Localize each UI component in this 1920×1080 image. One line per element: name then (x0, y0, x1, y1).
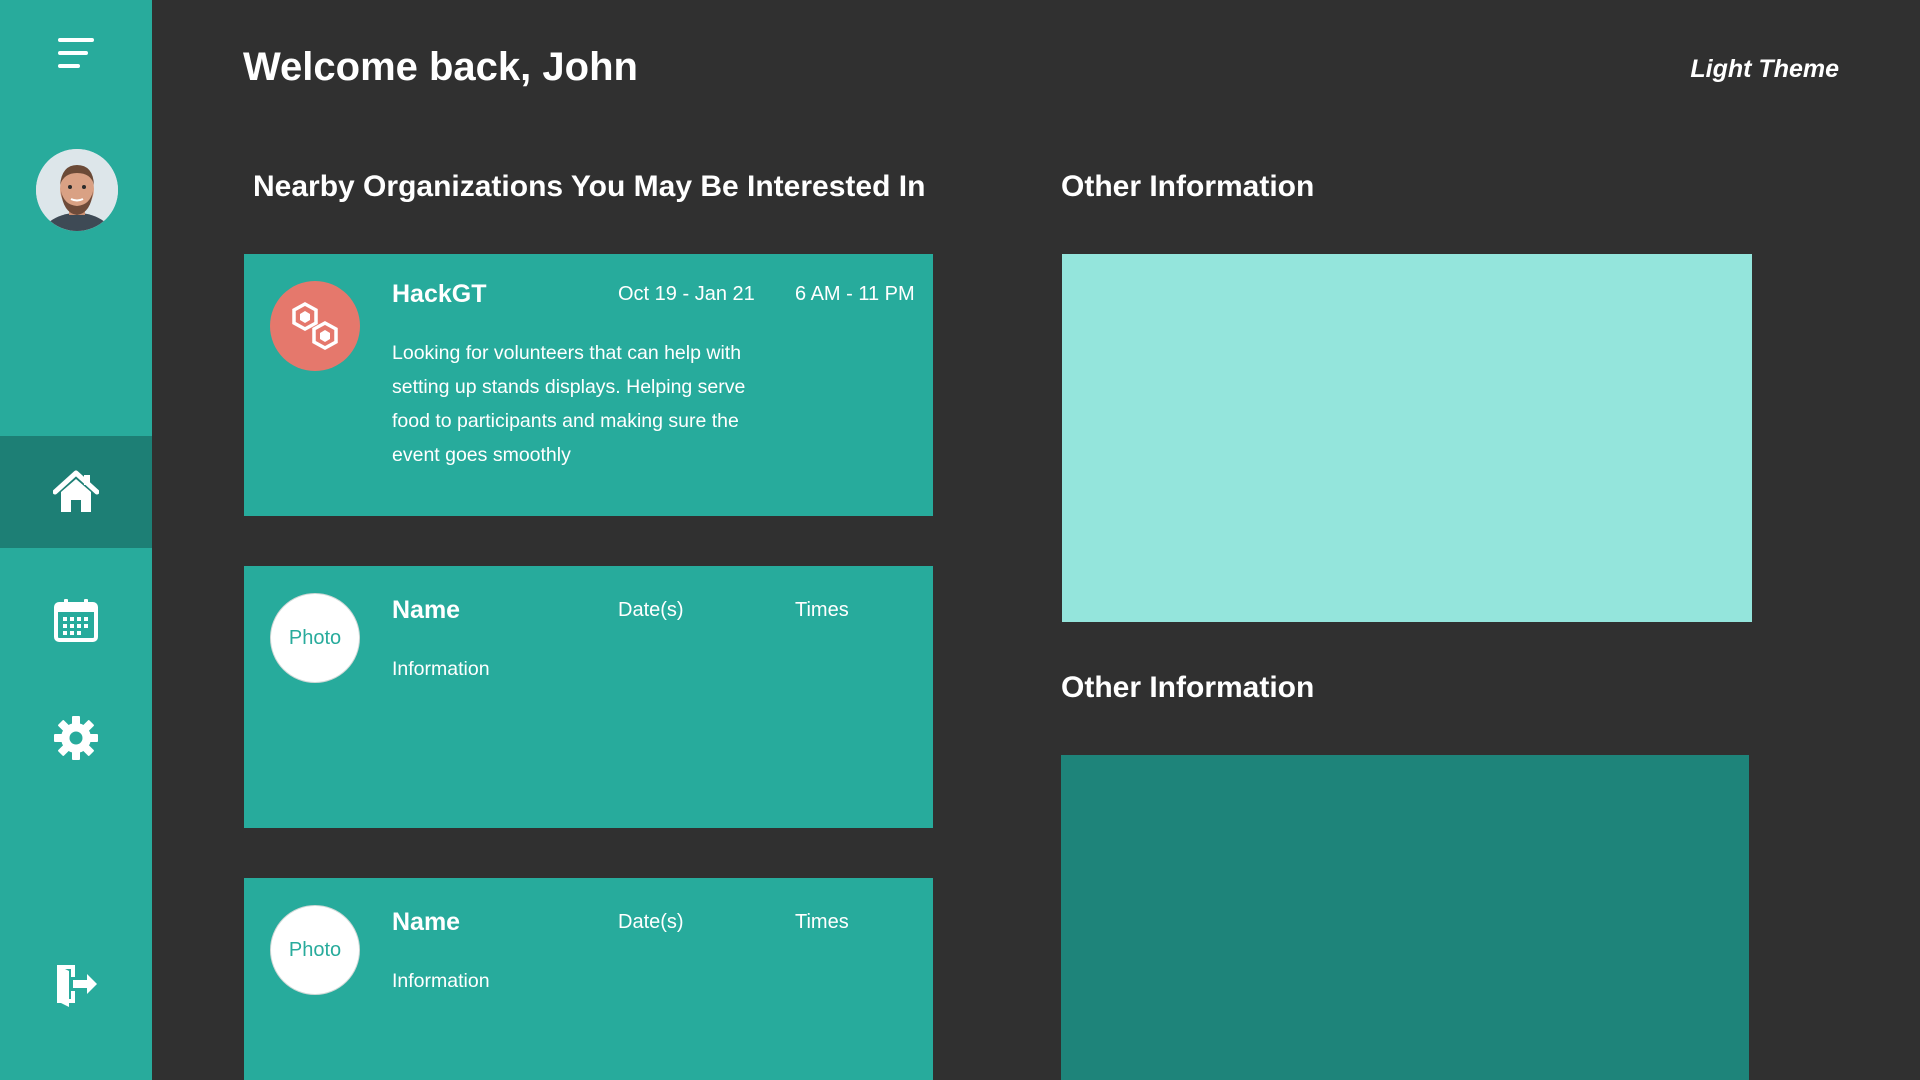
other-info-title: Other Information (1061, 671, 1315, 704)
organization-card[interactable]: Photo Name Date(s) Times Information (244, 878, 933, 1080)
hamburger-menu-icon (58, 38, 94, 68)
home-icon (53, 470, 99, 512)
menu-button[interactable] (0, 26, 152, 82)
organization-dates: Oct 19 - Jan 21 (618, 283, 755, 305)
other-info-panel (1062, 254, 1752, 622)
sidebar-item-settings[interactable] (0, 706, 152, 770)
organization-description: Information (392, 658, 490, 680)
other-info-title: Other Information (1061, 170, 1315, 203)
welcome-heading: Welcome back, John (243, 45, 638, 89)
organization-times: Times (795, 599, 849, 621)
organization-name: Name (392, 908, 461, 936)
theme-toggle-button[interactable]: Light Theme (1690, 55, 1839, 84)
organization-photo: Photo (270, 593, 360, 683)
other-info-panel (1061, 755, 1749, 1080)
organization-dates: Date(s) (618, 911, 684, 933)
organization-name: Name (392, 596, 461, 624)
organization-times: Times (795, 911, 849, 933)
organization-times: 6 AM - 11 PM (795, 283, 915, 305)
avatar[interactable] (36, 149, 118, 231)
organizations-section-title: Nearby Organizations You May Be Interest… (253, 170, 926, 203)
sidebar-item-logout[interactable] (0, 950, 152, 1018)
organization-photo: Photo (270, 905, 360, 995)
hexagons-logo-icon (292, 302, 338, 350)
calendar-icon (54, 599, 98, 642)
organization-description: Information (392, 970, 490, 992)
organization-card[interactable]: HackGT Oct 19 - Jan 21 6 AM - 11 PM Look… (244, 254, 933, 516)
gear-icon (54, 716, 98, 760)
sidebar (0, 0, 152, 1080)
organization-description: Looking for volunteers that can help wit… (392, 342, 746, 466)
logout-door-icon (57, 965, 97, 1007)
app-root: Welcome back, John Light Theme Nearby Or… (0, 0, 1920, 1080)
sidebar-item-calendar[interactable] (0, 588, 152, 652)
organization-dates: Date(s) (618, 599, 684, 621)
user-avatar-image (36, 149, 118, 231)
organization-logo (270, 281, 360, 371)
sidebar-item-home[interactable] (0, 436, 152, 548)
organization-card[interactable]: Photo Name Date(s) Times Information (244, 566, 933, 828)
organization-name: HackGT (392, 280, 487, 308)
